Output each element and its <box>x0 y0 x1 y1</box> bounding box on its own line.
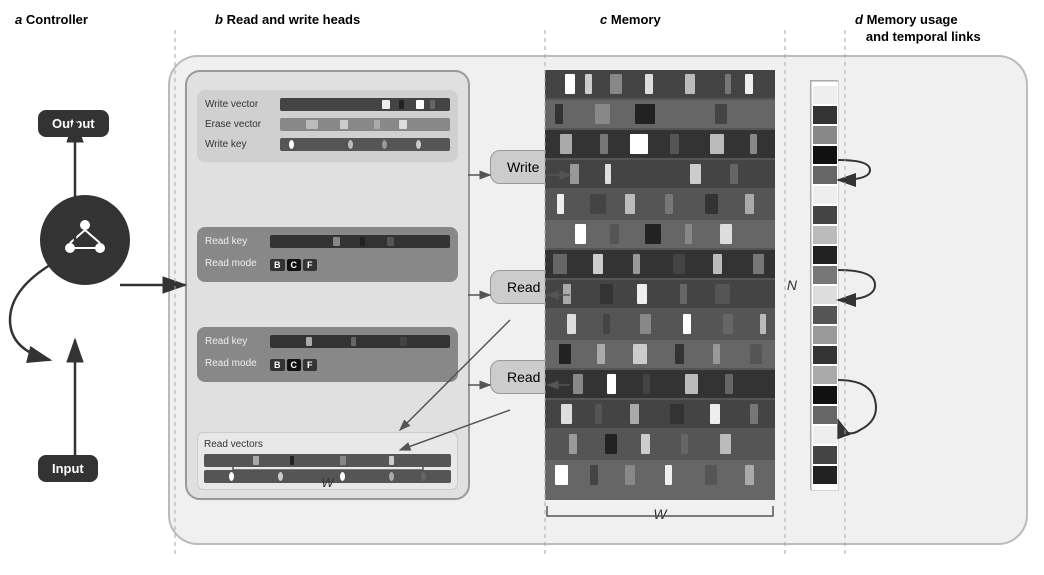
section-b-label: b Read and write heads <box>215 12 360 27</box>
read-mode-1-badges: B C F <box>270 259 317 271</box>
controller-section: Output Input <box>10 55 165 545</box>
read-vectors-label: Read vectors <box>204 439 451 450</box>
erase-vector-bar <box>280 118 450 131</box>
read-mode-2-label: Read mode <box>205 358 270 369</box>
read-head-group-2: Read key Read mode B C F <box>197 327 458 382</box>
read-key-1-bar <box>270 235 450 248</box>
network-icon <box>58 213 113 268</box>
read-key-2-label: Read key <box>205 336 270 347</box>
mode-badge-b2: B <box>270 359 285 371</box>
erase-vector-label: Erase vector <box>205 119 280 130</box>
memory-grid <box>545 70 775 500</box>
read-key-2-bar <box>270 335 450 348</box>
mode-badge-f: F <box>303 259 317 271</box>
read-mode-1-row: Read mode B C F <box>205 255 450 271</box>
output-box: Output <box>38 110 109 137</box>
section-a-label: a Controller <box>15 12 88 27</box>
read-mode-2-badges: B C F <box>270 359 317 371</box>
write-key-bar <box>280 138 450 151</box>
write-vector-label: Write vector <box>205 99 280 110</box>
read-key-1-row: Read key <box>205 235 450 248</box>
write-head-group: Write vector Erase vector <box>197 90 458 162</box>
usage-svg <box>811 81 839 491</box>
read-mode-2-row: Read mode B C F <box>205 355 450 371</box>
mode-badge-f2: F <box>303 359 317 371</box>
read-key-2-row: Read key <box>205 335 450 348</box>
read-head-group-1: Read key Read mode B C F <box>197 227 458 282</box>
diagram-container: a Controller b Read and write heads c Me… <box>0 0 1044 575</box>
write-vector-bar <box>280 98 450 111</box>
w-label-heads: W <box>197 455 458 490</box>
write-vector-row: Write vector <box>205 98 450 111</box>
mode-badge-c2: C <box>287 359 302 371</box>
controller-circle <box>40 195 130 285</box>
memory-section: N W <box>545 70 775 500</box>
write-key-label: Write key <box>205 139 280 150</box>
w-brace-memory <box>545 502 775 518</box>
section-d-label: d Memory usage and temporal links <box>855 12 1015 46</box>
heads-box: Write vector Erase vector <box>185 70 470 500</box>
mode-badge-c: C <box>287 259 302 271</box>
mode-badge-b: B <box>270 259 285 271</box>
memory-svg <box>545 70 775 500</box>
input-box: Input <box>38 455 98 482</box>
section-c-label: c Memory <box>600 12 661 27</box>
read-mode-1-label: Read mode <box>205 258 270 269</box>
memory-usage-strip <box>810 80 838 490</box>
read-key-1-label: Read key <box>205 236 270 247</box>
n-label: N <box>787 277 797 293</box>
write-key-row: Write key <box>205 138 450 151</box>
erase-vector-row: Erase vector <box>205 118 450 131</box>
